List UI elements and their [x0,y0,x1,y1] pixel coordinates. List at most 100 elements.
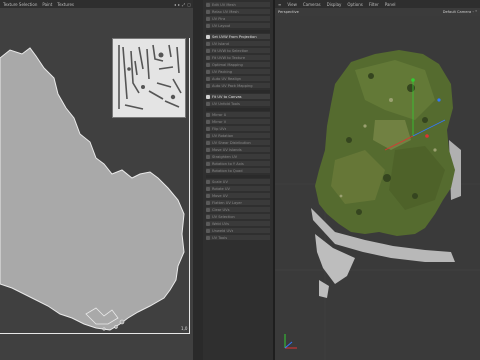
command-item[interactable]: UV Rotation [206,133,270,139]
command-item[interactable]: Auto UV Realign [206,76,270,82]
viewport-menu-icon[interactable]: ≡ [278,2,281,7]
terrain-3d-view[interactable] [275,0,480,360]
command-icon [206,119,210,124]
command-icon [206,133,210,138]
command-icon [206,62,210,67]
menu-paint[interactable]: Paint [42,2,52,7]
expand-icon[interactable]: ⤢ [182,2,185,7]
texture-thumbnail [112,38,186,118]
command-item[interactable]: Flip UVs [206,126,270,132]
command-item[interactable]: Optimal Mapping [206,62,270,68]
command-item[interactable]: Rotation to Y Axis [206,161,270,167]
command-item[interactable]: Scale UV [206,179,270,185]
command-icon [206,168,210,173]
command-icon [206,147,210,152]
texture-tool-icons: ◂ ▸ ⤢ ▢ [174,0,191,8]
command-icon [206,193,210,198]
command-item[interactable]: UV Tools [206,235,270,241]
command-item[interactable]: Fit UV to Canvas [206,94,270,100]
command-item[interactable]: Rotation to Quad [206,168,270,174]
command-label: Rotation to Quad [212,168,243,173]
command-group-separator [206,30,270,33]
camera-label[interactable]: Default Camera ◦ ⁰ [443,10,477,14]
command-item[interactable]: Straighten UV [206,154,270,160]
command-icon [206,235,210,240]
command-label: UV Island [212,41,229,46]
command-label: UV Layout [212,23,231,28]
command-item[interactable]: Relax UV Mesh [206,9,270,15]
command-item[interactable]: Edit UV Mesh [206,2,270,8]
command-icon [206,23,210,28]
command-label: Unweld UVs [212,228,234,233]
command-item[interactable]: Weld UVs [206,221,270,227]
command-label: Fit UVW to Selection [212,48,249,53]
menu-options[interactable]: Options [347,2,362,7]
command-item[interactable]: Move UV Islands [206,147,270,153]
command-label: Fit UVW to Texture [212,55,246,60]
command-item[interactable]: UV Pins [206,16,270,22]
command-label: UV Rotation [212,133,234,138]
command-icon [206,200,210,205]
command-item[interactable]: UV Island [206,41,270,47]
uv-editor-canvas[interactable]: 1,0 [0,8,193,360]
menu-filter[interactable]: Filter [369,2,379,7]
command-label: Clear UVs [212,207,230,212]
maximize-icon[interactable]: ▢ [187,2,191,7]
command-icon [206,34,210,39]
menu-view[interactable]: View [287,2,297,7]
nav-right-icon[interactable]: ▸ [178,2,180,7]
command-icon [206,221,210,226]
viewport-menubar: ≡ View Cameras Display Options Filter Pa… [275,0,480,8]
command-item[interactable]: UV Unfold Tools [206,101,270,107]
command-item[interactable]: Auto UV Pack Mapping [206,83,270,89]
command-group-separator [206,90,270,93]
command-label: UV Packing [212,69,233,74]
command-icon [206,126,210,131]
command-item[interactable]: Flatten UV Layer [206,200,270,206]
menu-display[interactable]: Display [327,2,342,7]
command-label: Straighten UV [212,154,238,159]
command-label: Rotate UV [212,186,230,191]
menu-textures[interactable]: Textures [57,2,74,7]
command-item[interactable]: UV Packing [206,69,270,75]
command-label: Set UVW From Projection [212,34,257,39]
command-label: UV Unfold Tools [212,101,240,106]
command-item[interactable]: Unweld UVs [206,228,270,234]
command-item[interactable]: Set UVW From Projection [206,34,270,40]
command-item[interactable]: Mirror U [206,112,270,118]
command-icon [206,48,210,53]
command-label: Auto UV Realign [212,76,242,81]
command-icon [206,69,210,74]
command-icon [206,140,210,145]
command-item[interactable]: UV Layout [206,23,270,29]
command-item[interactable]: UV Selection [206,214,270,220]
command-item[interactable]: Fit UVW to Selection [206,48,270,54]
command-label: Fit UV to Canvas [212,94,242,99]
nav-left-icon[interactable]: ◂ [174,2,176,7]
command-item[interactable]: UV Shear Distribution [206,140,270,146]
command-label: Flatten UV Layer [212,200,242,205]
menu-cameras[interactable]: Cameras [303,2,321,7]
menu-panel[interactable]: Panel [385,2,396,7]
command-icon [206,161,210,166]
panel-splitter[interactable] [193,0,203,360]
command-icon [206,2,210,7]
command-item[interactable]: Move UV [206,193,270,199]
command-label: Move UV [212,193,228,198]
menu-texture-selection[interactable]: Texture Selection [3,2,37,7]
command-icon [206,16,210,21]
viewport-header: Perspective Default Camera ◦ ⁰ [275,8,480,16]
command-label: Mirror V [212,119,227,124]
command-icon [206,228,210,233]
command-icon [206,41,210,46]
command-label: Rotation to Y Axis [212,161,244,166]
command-label: UV Tools [212,235,228,240]
command-icon [206,101,210,106]
command-item[interactable]: Rotate UV [206,186,270,192]
command-item[interactable]: Fit UVW to Texture [206,55,270,61]
command-icon [206,94,210,99]
command-item[interactable]: Clear UVs [206,207,270,213]
command-item[interactable]: Mirror V [206,119,270,125]
command-label: Relax UV Mesh [212,9,239,14]
uv-coordinate-label: 1,0 [181,326,188,331]
